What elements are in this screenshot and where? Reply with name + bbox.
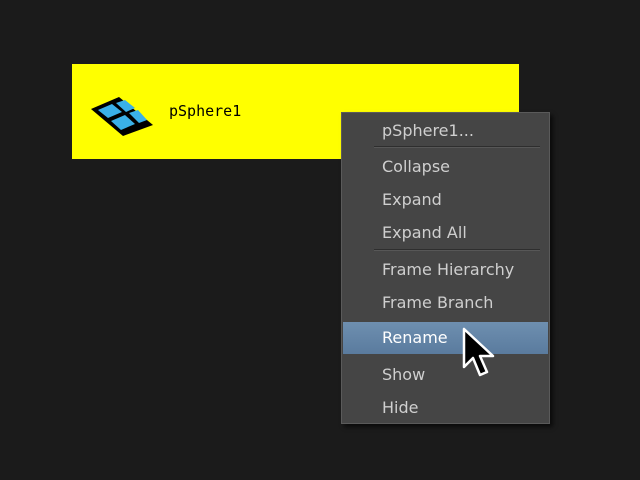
mesh-icon xyxy=(91,97,153,136)
menu-item-show[interactable]: Show xyxy=(343,360,548,389)
node-label: pSphere1 xyxy=(169,102,242,120)
menu-separator xyxy=(374,249,540,251)
menu-separator xyxy=(374,146,540,148)
menu-item-hide[interactable]: Hide xyxy=(343,393,548,422)
menu-item-expand[interactable]: Expand xyxy=(343,185,548,214)
menu-item-object-name[interactable]: pSphere1... xyxy=(343,116,548,145)
context-menu: pSphere1... Collapse Expand Expand All F… xyxy=(341,112,550,424)
menu-item-expand-all[interactable]: Expand All xyxy=(343,218,548,247)
menu-item-rename[interactable]: Rename xyxy=(343,322,548,354)
menu-item-collapse[interactable]: Collapse xyxy=(343,152,548,181)
menu-item-frame-branch[interactable]: Frame Branch xyxy=(343,288,548,317)
menu-item-frame-hierarchy[interactable]: Frame Hierarchy xyxy=(343,255,548,284)
mouse-pointer-icon xyxy=(462,327,495,377)
node-editor-canvas[interactable]: pSphere1 pSphere1... Collapse Expand Exp… xyxy=(0,0,640,480)
